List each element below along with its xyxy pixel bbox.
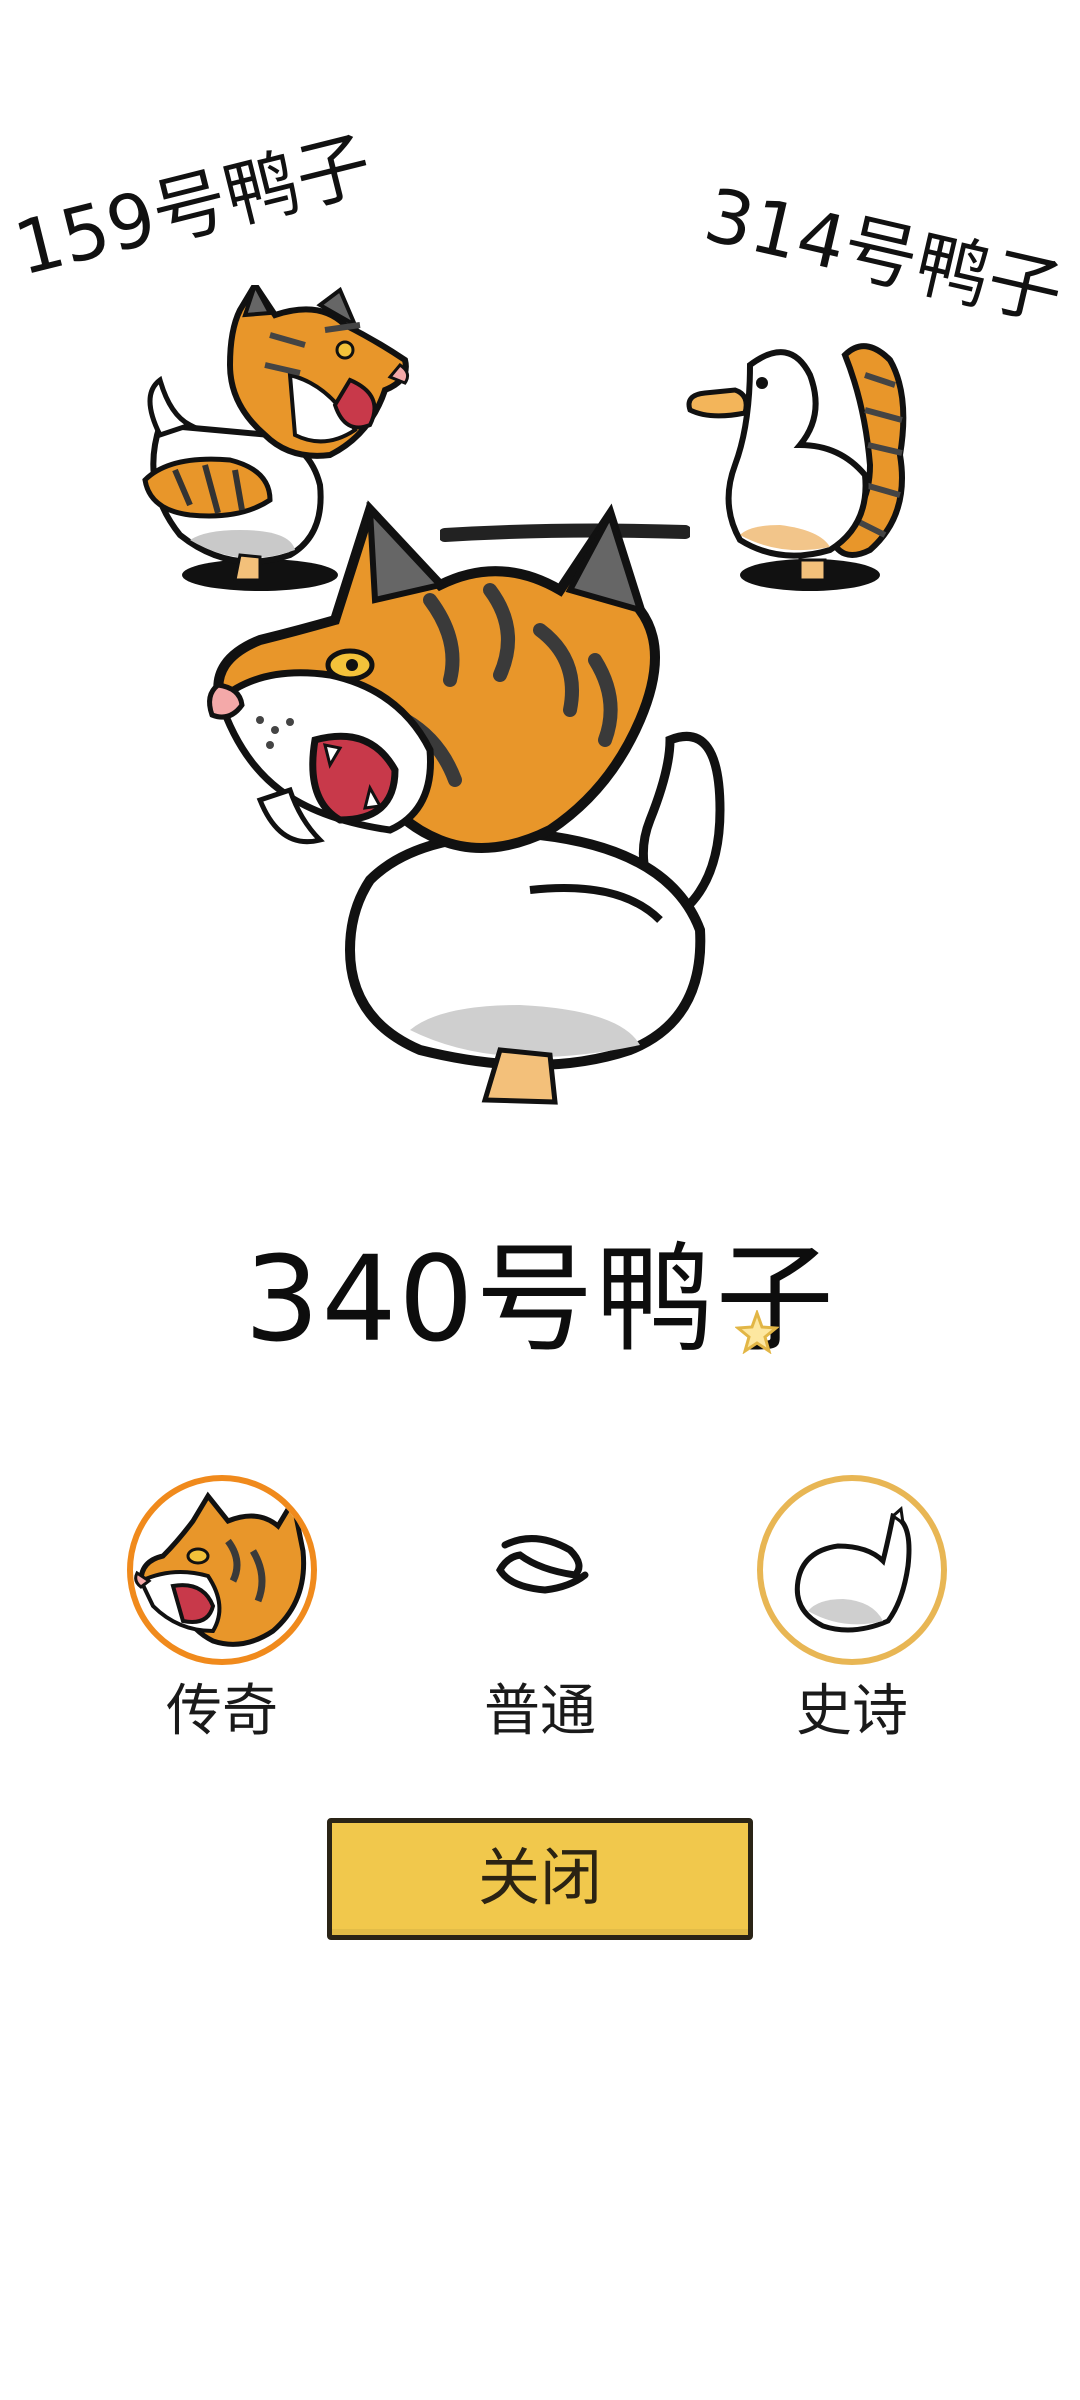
rarity-options: 传奇 普通 史诗 — [0, 1475, 1080, 1775]
option-common-label: 普通 — [484, 1679, 596, 1744]
duck-left-label: 159号鸭子 — [6, 121, 380, 293]
option-epic-label: 史诗 — [796, 1679, 908, 1744]
option-epic[interactable]: 史诗 — [752, 1475, 952, 1743]
main-duck-title: 340号鸭子 — [244, 1230, 836, 1368]
close-button[interactable]: 关闭 — [327, 1818, 753, 1940]
legendary-ring — [127, 1475, 317, 1665]
sparkle-star-icon — [735, 1310, 779, 1354]
epic-ring — [757, 1475, 947, 1665]
tiger-duck-main-sprite — [207, 500, 725, 1105]
duck-body-icon — [794, 1506, 912, 1633]
common-ring — [445, 1475, 635, 1665]
tiger-duck-icon — [134, 1491, 307, 1647]
option-common[interactable]: 普通 — [440, 1475, 640, 1743]
option-legendary[interactable]: 传奇 — [122, 1475, 322, 1743]
option-legendary-label: 传奇 — [166, 1679, 278, 1744]
duck-right-label: 314号鸭子 — [697, 172, 1071, 338]
duck-result-screen: 159号鸭子 314号鸭子 340号鸭子 传奇 普通 史诗 关闭 — [0, 0, 1080, 2400]
duck-mouth-icon — [495, 1535, 589, 1594]
